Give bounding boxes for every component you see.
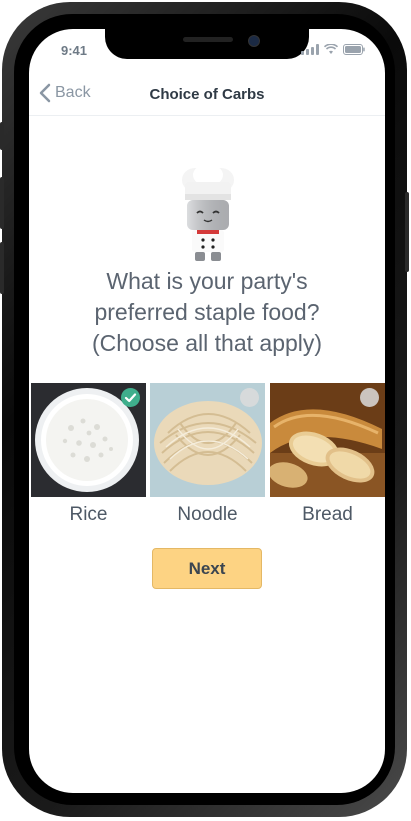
option-label: Bread <box>302 504 353 525</box>
front-camera <box>248 35 260 47</box>
screen: 9:41 Back Choice of Carbs What is your p… <box>29 29 385 793</box>
power-button <box>405 192 409 272</box>
phone-frame: 9:41 Back Choice of Carbs What is your p… <box>0 2 409 817</box>
option-bread[interactable]: Bread <box>270 383 385 526</box>
volume-up-button <box>0 177 4 229</box>
page-title: Choice of Carbs <box>149 86 265 103</box>
speaker <box>183 37 233 42</box>
phone-bezel: 9:41 Back Choice of Carbs What is your p… <box>14 14 395 805</box>
noodle-image <box>150 383 265 497</box>
rice-image <box>31 383 146 497</box>
option-rice[interactable]: Rice <box>31 383 146 526</box>
signal-icon <box>301 44 319 55</box>
question-line-3: (Choose all that apply) <box>91 330 323 356</box>
unselected-circle-icon <box>360 388 379 407</box>
question-line-2: preferred staple food? <box>94 299 320 325</box>
notch <box>105 29 309 59</box>
status-time: 9:41 <box>61 43 88 58</box>
chef-mascot-icon <box>182 164 234 261</box>
unselected-circle-icon <box>240 388 259 407</box>
bread-image <box>270 383 385 497</box>
battery-icon <box>343 44 365 55</box>
option-noodle[interactable]: Noodle <box>150 383 265 526</box>
volume-down-button <box>0 242 4 294</box>
next-button[interactable]: Next <box>152 548 262 589</box>
status-icons <box>301 44 365 55</box>
option-label: Noodle <box>177 504 238 525</box>
question-text: What is your party's preferred staple fo… <box>39 266 375 359</box>
option-label: Rice <box>69 504 108 525</box>
nav-bar: Back Choice of Carbs <box>29 79 385 116</box>
question-line-1: What is your party's <box>106 268 308 294</box>
wifi-icon <box>324 44 338 54</box>
side-button <box>0 122 4 150</box>
selected-check-icon <box>121 388 140 407</box>
